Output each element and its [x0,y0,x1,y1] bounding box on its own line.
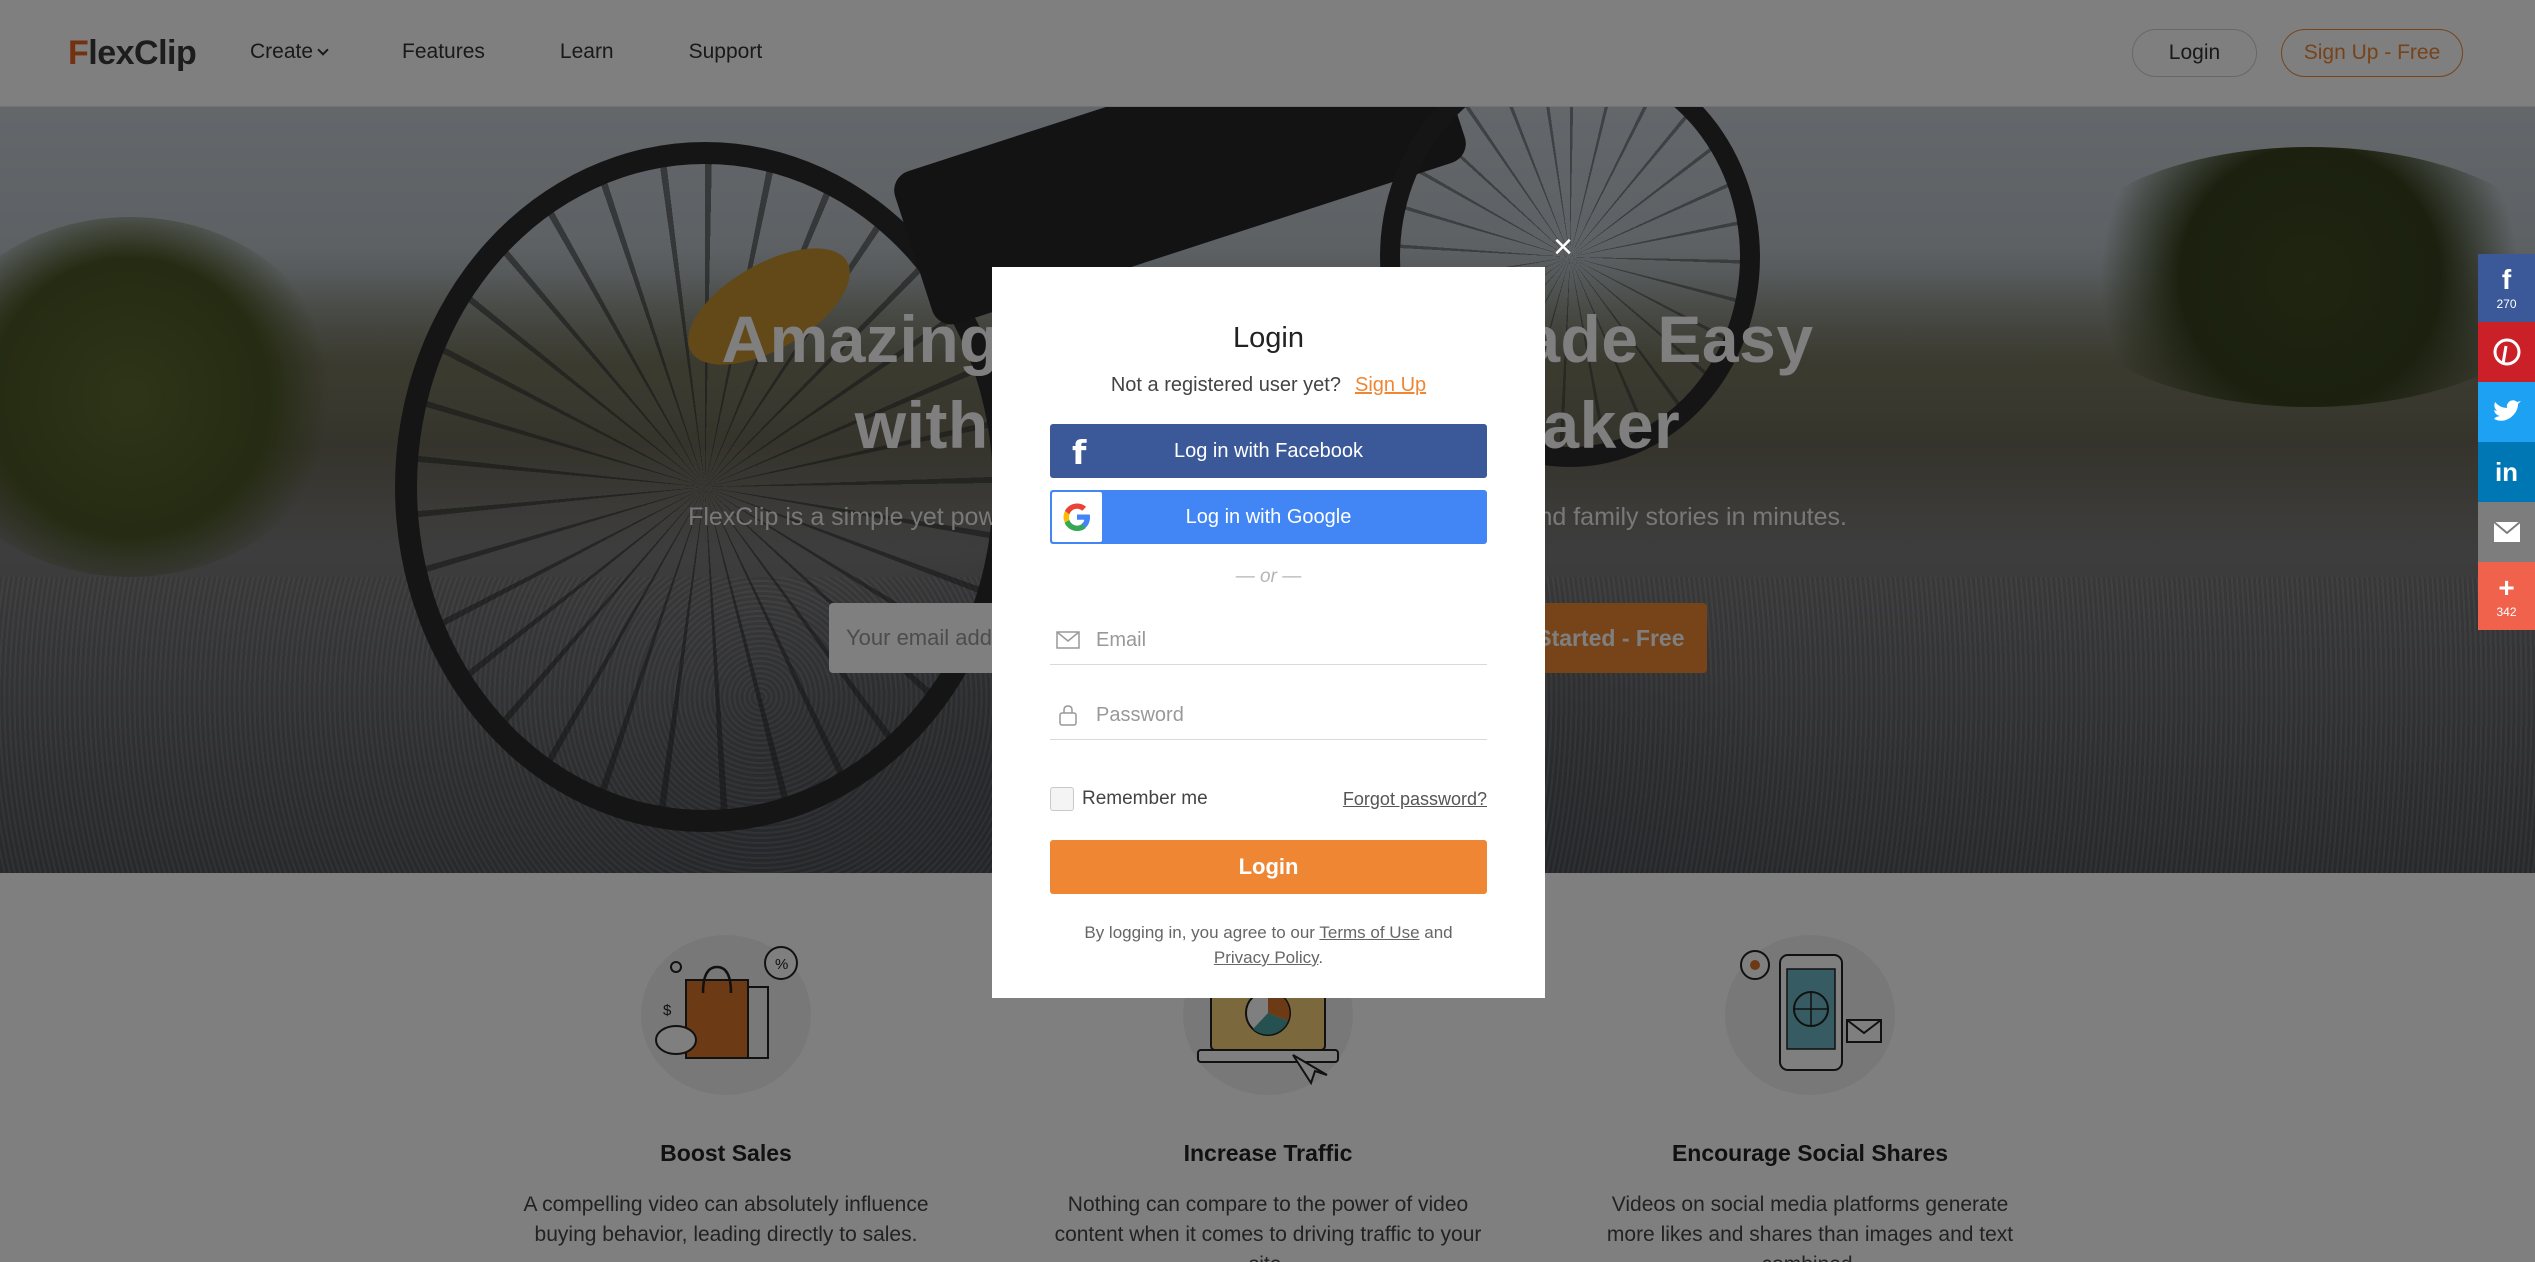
linkedin-icon: in [2494,457,2519,487]
email-field[interactable]: Email [1050,617,1487,665]
login-modal: Login Not a registered user yet? Sign Up … [992,267,1545,998]
terms-of-use-link[interactable]: Terms of Use [1319,923,1419,942]
share-facebook-button[interactable]: f 270 [2478,254,2535,322]
google-icon [1052,492,1102,542]
login-facebook-button[interactable]: f Log in with Facebook [1050,424,1487,478]
login-facebook-label: Log in with Facebook [1173,439,1363,462]
email-icon [2492,521,2521,542]
or-text: or [1260,566,1277,587]
remember-me-label: Remember me [1082,788,1208,809]
lock-icon [1059,705,1077,726]
social-share-bar: f 270 in + 342 [2478,254,2535,630]
share-more-button[interactable]: + 342 [2478,562,2535,630]
facebook-share-count: 270 [2496,296,2517,311]
pinterest-icon [2493,338,2520,366]
login-submit-button[interactable]: Login [1050,840,1487,894]
envelope-icon [1056,631,1080,649]
close-icon[interactable]: × [1548,230,1578,264]
password-field[interactable]: Password [1050,692,1487,740]
or-divider: — or — [1235,566,1302,587]
login-google-label: Log in with Google [1185,505,1352,528]
total-share-count: 342 [2496,604,2517,619]
register-prompt: Not a registered user yet? Sign Up [992,374,1545,397]
terms-prefix: By logging in, you agree to our [1084,923,1315,942]
password-placeholder: Password [1096,704,1184,726]
terms-notice: By logging in, you agree to our Terms of… [1084,923,1453,967]
modal-title: Login [1233,322,1304,354]
forgot-password-link[interactable]: Forgot password? [1343,789,1487,810]
remember-me-checkbox[interactable] [1050,787,1074,811]
facebook-icon: f [2501,263,2512,295]
share-pinterest-button[interactable] [2478,322,2535,382]
register-prompt-text: Not a registered user yet? [1110,374,1341,396]
facebook-icon: f [1072,433,1087,472]
terms-and: and [1424,923,1453,942]
privacy-policy-link[interactable]: Privacy Policy [1214,948,1319,967]
remember-me: Remember me [1050,787,1208,811]
email-placeholder: Email [1096,629,1147,651]
plus-icon: + [2498,571,2515,603]
share-email-button[interactable] [2478,502,2535,562]
login-google-button[interactable]: Log in with Google [1050,490,1487,544]
share-twitter-button[interactable] [2478,382,2535,442]
twitter-icon [2493,400,2521,421]
share-linkedin-button[interactable]: in [2478,442,2535,502]
signup-link[interactable]: Sign Up [1355,374,1426,396]
